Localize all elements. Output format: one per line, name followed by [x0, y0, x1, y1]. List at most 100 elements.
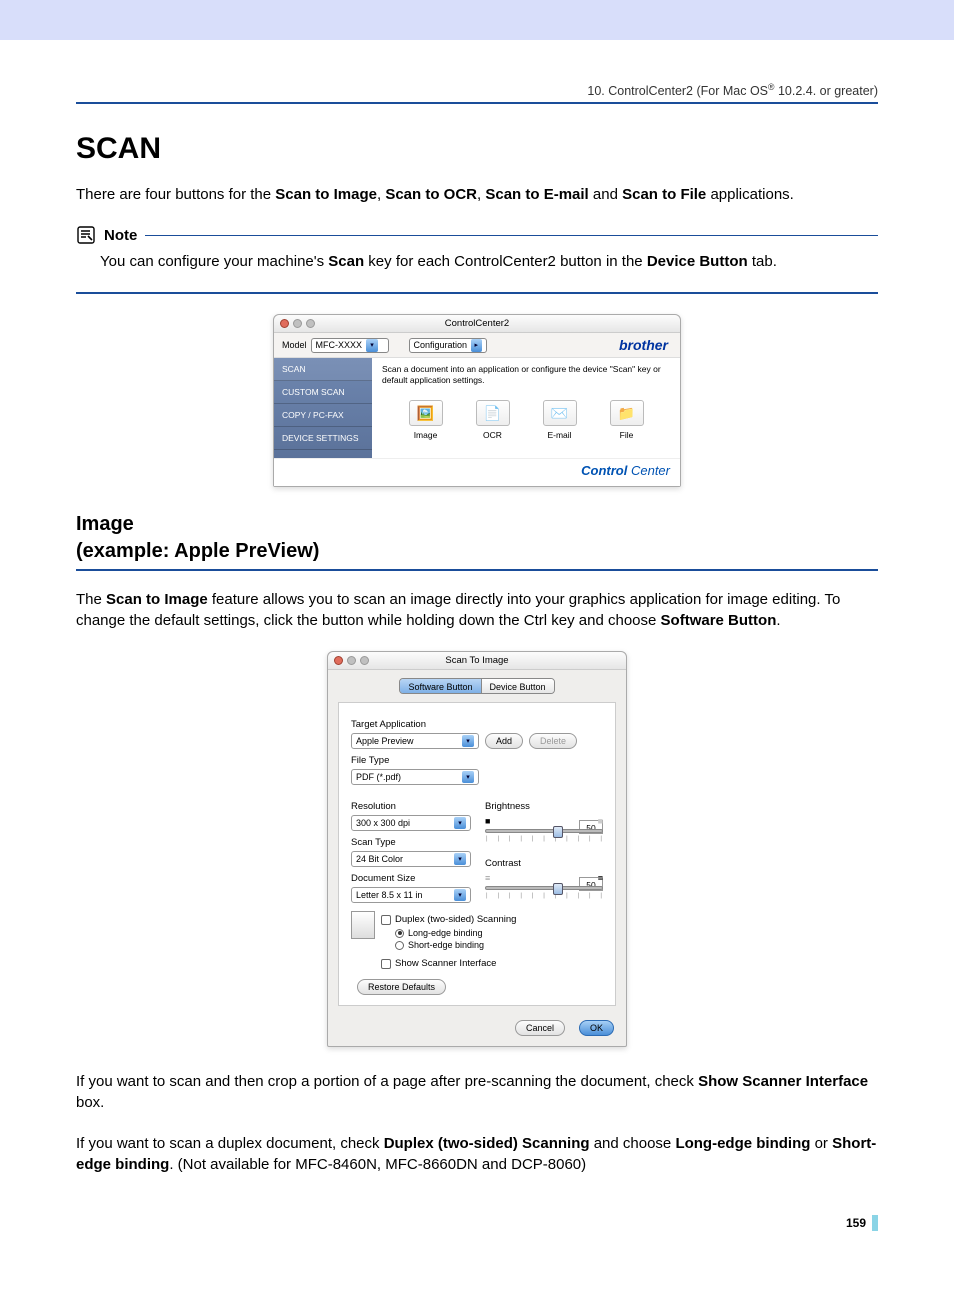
restore-defaults-button[interactable]: Restore Defaults: [357, 979, 446, 995]
file-type-select[interactable]: PDF (*.pdf)▾: [351, 769, 479, 785]
page-header: 10. ControlCenter2 (For Mac OS® 10.2.4. …: [76, 82, 878, 98]
controlcenter2-window: ControlCenter2 Model MFC-XXXX ▾ Configur…: [273, 314, 681, 487]
scan-type-label: Scan Type: [351, 837, 471, 848]
controlcenter-logo: Control Center: [581, 463, 670, 478]
document-icon: 📄: [484, 405, 501, 422]
duplex-paragraph: If you want to scan a duplex document, c…: [76, 1133, 878, 1175]
sidebar-item-copy-pcfax[interactable]: COPY / PC-FAX: [274, 404, 372, 427]
header-rule: [76, 102, 878, 104]
top-decorative-bar: [0, 0, 954, 42]
dropdown-icon: ▾: [454, 853, 466, 865]
model-select[interactable]: MFC-XXXX ▾: [311, 338, 389, 353]
sub-rule: [76, 569, 878, 571]
dropdown-icon: ▾: [454, 889, 466, 901]
minimize-icon[interactable]: [347, 656, 356, 665]
intro-paragraph: There are four buttons for the Scan to I…: [76, 184, 878, 205]
folder-icon: 📁: [618, 405, 635, 422]
page-number-bar: [872, 1215, 878, 1231]
show-scanner-interface-checkbox[interactable]: Show Scanner Interface: [381, 958, 603, 969]
configuration-label: Configuration: [414, 340, 468, 350]
traffic-lights[interactable]: [280, 319, 315, 328]
tab-segmented-control[interactable]: Software Button Device Button: [399, 678, 554, 694]
dark-swatch-icon: ■: [485, 816, 490, 826]
cc2-description: Scan a document into an application or c…: [382, 364, 670, 386]
note-body: You can configure your machine's Scan ke…: [76, 251, 878, 272]
scan-type-select[interactable]: 24 Bit Color▾: [351, 851, 471, 867]
note-rule: [145, 235, 878, 236]
radio-icon: [395, 929, 404, 938]
short-edge-radio[interactable]: Short-edge binding: [395, 940, 516, 950]
image-subheading: Image (example: Apple PreView): [76, 511, 878, 565]
sidebar-item-scan[interactable]: SCAN: [274, 358, 372, 381]
scan-to-email-button[interactable]: ✉️: [543, 400, 577, 426]
dropdown-icon: ▾: [462, 735, 474, 747]
cc2-title: ControlCenter2: [445, 318, 509, 329]
sti-titlebar: Scan To Image: [328, 652, 626, 670]
cancel-button[interactable]: Cancel: [515, 1020, 565, 1036]
resolution-select[interactable]: 300 x 300 dpi▾: [351, 815, 471, 831]
picture-icon: 🖼️: [417, 405, 434, 422]
slider-thumb[interactable]: [553, 883, 563, 895]
scan-to-image-paragraph: The Scan to Image feature allows you to …: [76, 589, 878, 631]
long-edge-radio[interactable]: Long-edge binding: [395, 928, 516, 938]
note-icon: [76, 225, 96, 245]
contrast-slider[interactable]: ≡≡ ||||||||||| 50: [485, 873, 603, 899]
tab-software-button[interactable]: Software Button: [400, 679, 481, 693]
checkbox-icon: [381, 915, 391, 925]
configuration-select[interactable]: Configuration ▸: [409, 338, 487, 353]
dropdown-icon: ▾: [366, 339, 378, 352]
model-value: MFC-XXXX: [316, 340, 363, 350]
checkbox-icon: [381, 959, 391, 969]
brightness-label: Brightness: [485, 801, 603, 812]
note-block: Note You can configure your machine's Sc…: [76, 225, 878, 272]
file-type-label: File Type: [351, 755, 603, 766]
resolution-label: Resolution: [351, 801, 471, 812]
zoom-icon[interactable]: [360, 656, 369, 665]
slider-thumb[interactable]: [553, 826, 563, 838]
light-swatch-icon: ■: [598, 816, 603, 826]
scan-to-ocr-button[interactable]: 📄: [476, 400, 510, 426]
cc2-titlebar: ControlCenter2: [274, 315, 680, 333]
sidebar-item-custom-scan[interactable]: CUSTOM SCAN: [274, 381, 372, 404]
scan-to-ocr-label: OCR: [476, 430, 510, 440]
add-button[interactable]: Add: [485, 733, 523, 749]
scan-to-image-button[interactable]: 🖼️: [409, 400, 443, 426]
note-end-rule: [76, 292, 878, 294]
target-application-select[interactable]: Apple Preview▾: [351, 733, 479, 749]
ok-button[interactable]: OK: [579, 1020, 614, 1036]
scan-to-image-dialog: Scan To Image Software Button Device But…: [327, 651, 627, 1047]
minimize-icon[interactable]: [293, 319, 302, 328]
dropdown-icon: ▾: [462, 771, 474, 783]
page-number: 159: [76, 1215, 878, 1231]
scan-to-file-button[interactable]: 📁: [610, 400, 644, 426]
note-label: Note: [104, 227, 137, 244]
sti-title: Scan To Image: [445, 655, 508, 666]
show-scanner-paragraph: If you want to scan and then crop a port…: [76, 1071, 878, 1113]
sidebar-item-device-settings[interactable]: DEVICE SETTINGS: [274, 427, 372, 450]
high-contrast-icon: ≡: [598, 873, 603, 883]
delete-button[interactable]: Delete: [529, 733, 577, 749]
document-size-label: Document Size: [351, 873, 471, 884]
document-size-select[interactable]: Letter 8.5 x 11 in▾: [351, 887, 471, 903]
low-contrast-icon: ≡: [485, 873, 490, 883]
duplex-checkbox[interactable]: Duplex (two-sided) Scanning: [381, 914, 516, 925]
traffic-lights[interactable]: [334, 656, 369, 665]
scan-to-email-label: E-mail: [543, 430, 577, 440]
tab-device-button[interactable]: Device Button: [482, 679, 554, 693]
brother-logo: brother: [619, 337, 672, 353]
model-label: Model: [282, 340, 307, 350]
close-icon[interactable]: [280, 319, 289, 328]
target-application-label: Target Application: [351, 719, 603, 730]
close-icon[interactable]: [334, 656, 343, 665]
page-title: SCAN: [76, 132, 878, 166]
scan-to-file-label: File: [610, 430, 644, 440]
contrast-label: Contrast: [485, 858, 603, 869]
zoom-icon[interactable]: [306, 319, 315, 328]
dropdown-icon: ▾: [454, 817, 466, 829]
scan-to-image-label: Image: [409, 430, 443, 440]
duplex-diagram-icon: [351, 911, 375, 939]
brightness-slider[interactable]: ■■ ||||||||||| 50: [485, 816, 603, 842]
submenu-icon: ▸: [471, 339, 481, 352]
cc2-sidebar: SCAN CUSTOM SCAN COPY / PC-FAX DEVICE SE…: [274, 358, 372, 458]
envelope-icon: ✉️: [551, 405, 568, 422]
